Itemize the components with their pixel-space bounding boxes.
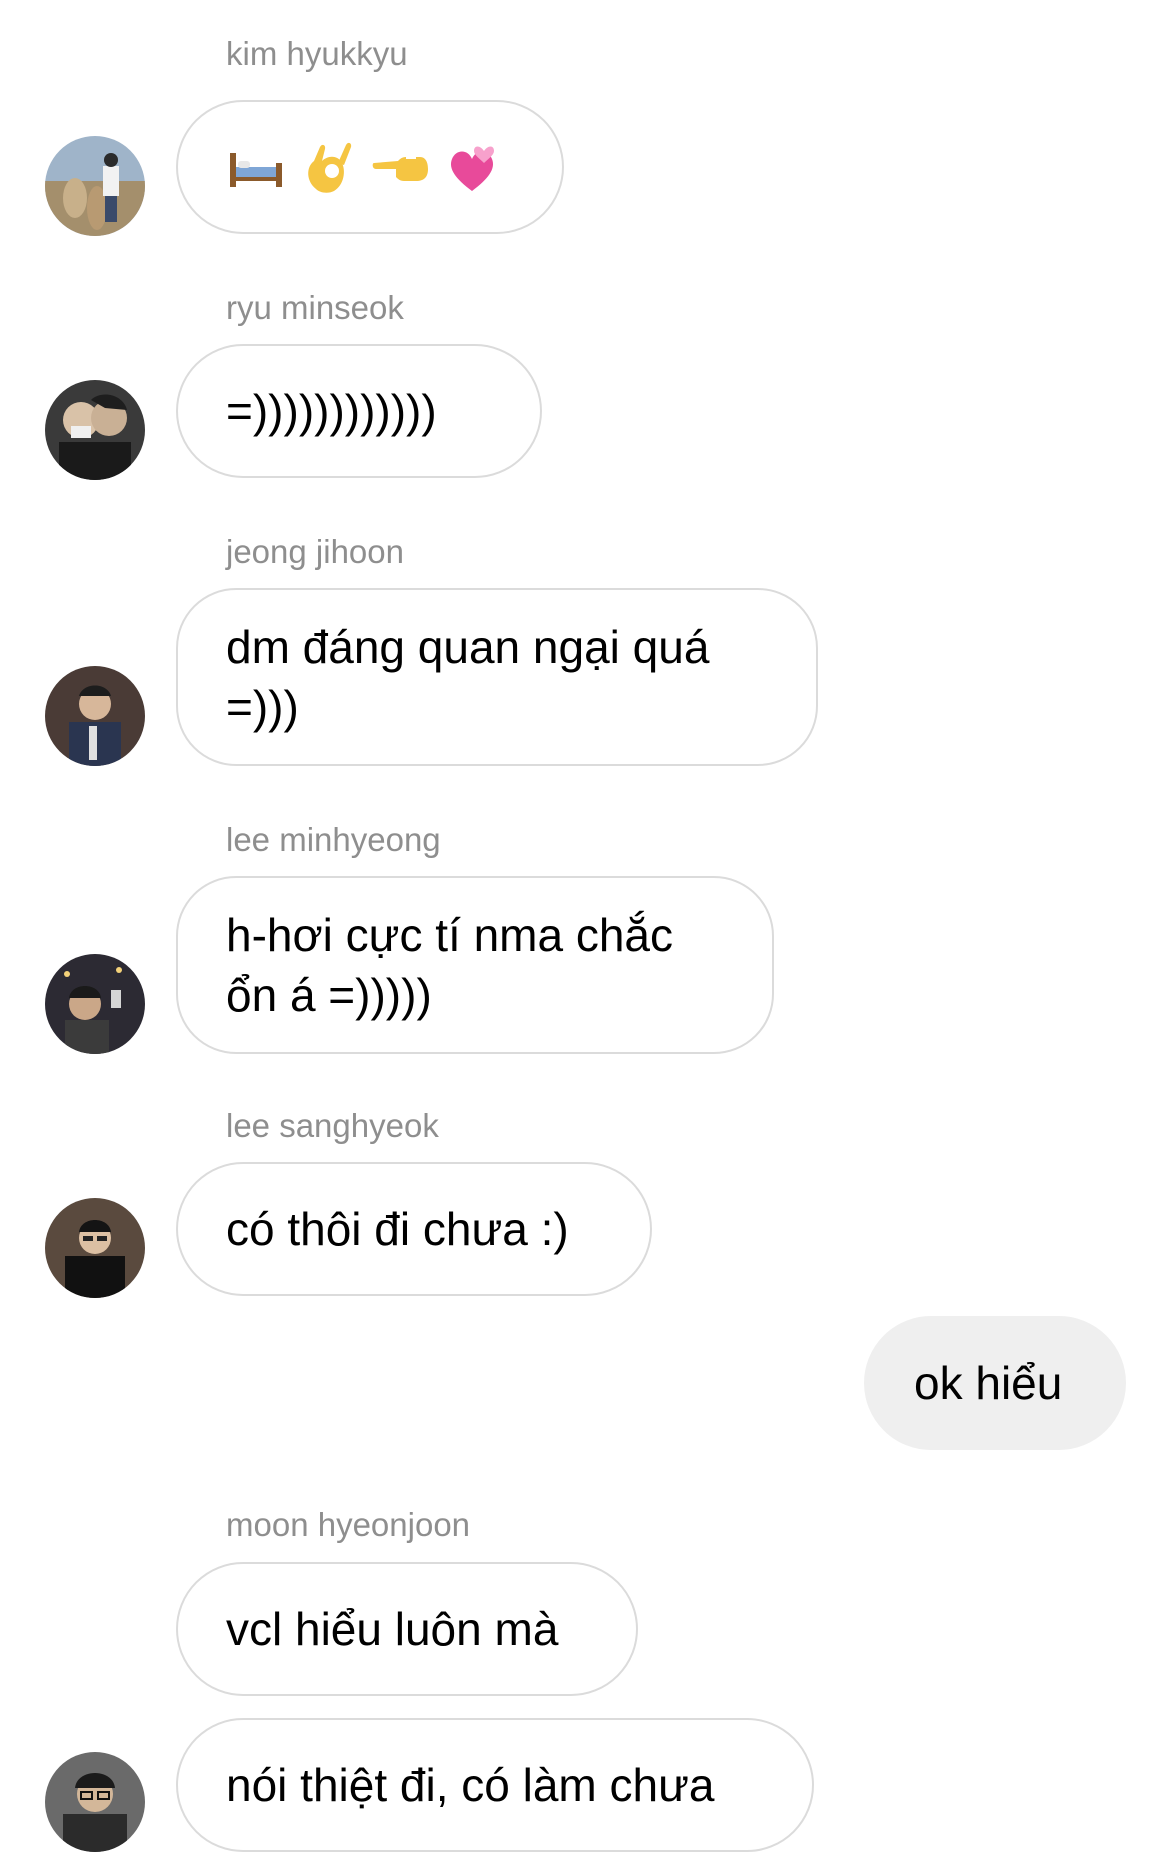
avatar-photo (45, 380, 145, 480)
message-text: nói thiệt đi, có làm chưa (226, 1759, 715, 1811)
message-bubble[interactable] (176, 100, 564, 234)
avatar-photo (45, 954, 145, 1054)
pointing-left-icon (372, 155, 428, 181)
own-message-bubble[interactable]: ok hiểu (864, 1316, 1126, 1450)
avatar[interactable] (45, 1198, 145, 1298)
message-text: =)))))))))))) (226, 385, 437, 437)
message-bubble[interactable]: dm đáng quan ngại quá =))) (176, 588, 818, 766)
revolving-hearts-icon (450, 146, 494, 191)
avatar[interactable] (45, 380, 145, 480)
message-text: dm đáng quan ngại quá =))) (226, 621, 710, 733)
sender-name: jeong jihoon (226, 533, 404, 570)
avatar-photo (45, 136, 145, 236)
avatar[interactable] (45, 954, 145, 1054)
message-bubble[interactable]: h-hơi cực tí nma chắc ổn á =))))) (176, 876, 774, 1054)
avatar[interactable] (45, 666, 145, 766)
message-text: vcl hiểu luôn mà (226, 1603, 559, 1655)
chat-thread: kim hyukkyu ryu minseok =)))))))))))) je… (0, 0, 1170, 1875)
ok-hand-icon (308, 142, 352, 193)
avatar-photo (45, 666, 145, 766)
message-bubble[interactable]: vcl hiểu luôn mà (176, 1562, 638, 1696)
sender-name: lee sanghyeok (226, 1107, 439, 1144)
avatar-photo (45, 1752, 145, 1852)
sender-name: lee minhyeong (226, 821, 441, 858)
message-bubble[interactable]: nói thiệt đi, có làm chưa (176, 1718, 814, 1852)
sender-name: moon hyeonjoon (226, 1506, 471, 1543)
avatar[interactable] (45, 1752, 145, 1852)
avatar[interactable] (45, 136, 145, 236)
avatar-photo (45, 1198, 145, 1298)
emoji-row (226, 137, 502, 197)
bed-icon (230, 153, 282, 187)
message-text: có thôi đi chưa :) (226, 1203, 569, 1255)
sender-name: kim hyukkyu (226, 35, 408, 72)
sender-name: ryu minseok (226, 289, 404, 326)
message-text: h-hơi cực tí nma chắc ổn á =))))) (226, 909, 673, 1021)
message-bubble[interactable]: =)))))))))))) (176, 344, 542, 478)
message-text: ok hiểu (914, 1357, 1063, 1409)
message-bubble[interactable]: có thôi đi chưa :) (176, 1162, 652, 1296)
